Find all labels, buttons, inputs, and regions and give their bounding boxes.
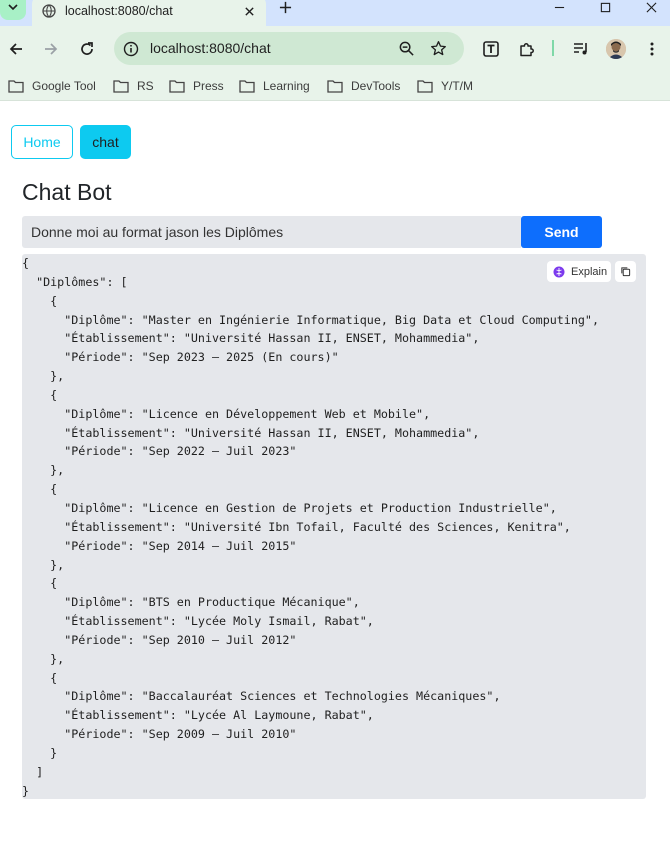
bookmark-label: DevTools bbox=[351, 79, 401, 93]
reload-icon bbox=[81, 42, 93, 55]
code-line: } bbox=[22, 745, 58, 760]
browser-toolbar: localhost:8080/chat bbox=[0, 26, 670, 71]
bookmark-folder[interactable]: Y/T/M bbox=[417, 78, 473, 94]
chevron-down-icon bbox=[8, 4, 18, 11]
url-text: localhost:8080/chat bbox=[150, 40, 271, 56]
chat-nav-button[interactable]: chat bbox=[80, 125, 131, 159]
code-line: "Diplôme": "Baccalauréat Sciences et Tec… bbox=[22, 689, 501, 704]
code-line: "Période": "Sep 2009 – Juil 2010" bbox=[22, 727, 297, 742]
bookmark-folder[interactable]: Learning bbox=[239, 78, 310, 94]
extensions-button[interactable] bbox=[515, 37, 539, 61]
plus-icon bbox=[279, 1, 291, 13]
code-line: "Diplôme": "Licence en Gestion de Projet… bbox=[22, 500, 557, 515]
bookmark-label: Y/T/M bbox=[441, 79, 473, 93]
bookmark-folder[interactable]: Google Tool bbox=[8, 78, 96, 94]
folder-icon bbox=[169, 80, 185, 93]
code-line: ] bbox=[22, 764, 44, 779]
folder-icon bbox=[113, 80, 129, 93]
code-line: "Diplôme": "Master en Ingénierie Informa… bbox=[22, 312, 599, 327]
code-line: "Établissement": "Université Hassan II, … bbox=[22, 425, 480, 440]
bookmark-folder[interactable]: RS bbox=[113, 78, 154, 94]
code-line: "Diplôme": "BTS en Productique Mécanique… bbox=[22, 595, 360, 610]
minimize-icon bbox=[554, 6, 564, 8]
send-button[interactable]: Send bbox=[521, 216, 602, 248]
forward-button[interactable] bbox=[39, 37, 63, 61]
code-line: { bbox=[22, 576, 58, 591]
more-vertical-icon bbox=[650, 42, 654, 56]
tab-title: localhost:8080/chat bbox=[65, 4, 173, 18]
browser-menu-button[interactable] bbox=[640, 37, 664, 61]
folder-icon bbox=[239, 80, 255, 93]
forward-arrow-icon bbox=[45, 43, 58, 55]
code-line: { bbox=[22, 256, 30, 270]
copy-button[interactable] bbox=[615, 261, 636, 282]
code-line: } bbox=[22, 783, 30, 798]
folder-icon bbox=[417, 80, 433, 93]
maximize-icon bbox=[600, 2, 610, 12]
response-code-block: { "Diplômes": [ { "Diplôme": "Master en … bbox=[22, 254, 646, 799]
code-line: "Diplômes": [ bbox=[22, 274, 128, 289]
code-line: "Diplôme": "Licence en Développement Web… bbox=[22, 406, 431, 421]
browser-tab[interactable]: localhost:8080/chat bbox=[32, 0, 266, 26]
bookmarks-bar: Google Tool RS Press Learning DevTools Y… bbox=[0, 71, 670, 101]
back-button[interactable] bbox=[4, 37, 28, 61]
home-nav-button[interactable]: Home bbox=[11, 125, 73, 159]
brain-icon bbox=[553, 266, 565, 277]
code-line: "Établissement": "Université Ibn Tofail,… bbox=[22, 519, 571, 534]
bookmark-label: Press bbox=[193, 79, 224, 93]
puzzle-icon bbox=[520, 43, 534, 57]
folder-icon bbox=[8, 80, 24, 93]
bookmark-star-icon[interactable] bbox=[430, 40, 448, 58]
bookmark-label: Learning bbox=[263, 79, 310, 93]
zoom-icon[interactable] bbox=[398, 40, 416, 58]
prompt-input[interactable]: Donne moi au format jason les Diplômes bbox=[22, 216, 521, 248]
globe-icon bbox=[42, 4, 56, 18]
code-line: "Période": "Sep 2022 – Juil 2023" bbox=[22, 444, 297, 459]
code-line: { bbox=[22, 482, 58, 497]
response-code: { "Diplômes": [ { "Diplôme": "Master en … bbox=[22, 254, 599, 800]
address-bar[interactable]: localhost:8080/chat bbox=[114, 32, 464, 65]
playlist-icon bbox=[574, 43, 587, 55]
back-arrow-icon bbox=[9, 43, 22, 55]
minimize-button[interactable] bbox=[536, 0, 582, 14]
code-line: { bbox=[22, 293, 58, 308]
code-line: "Établissement": "Lycée Al Laymoune, Rab… bbox=[22, 708, 374, 723]
code-line: "Établissement": "Lycée Moly Ismail, Rab… bbox=[22, 614, 374, 629]
toolbar-separator bbox=[552, 40, 554, 56]
code-line: { bbox=[22, 387, 58, 402]
explain-button[interactable]: Explain bbox=[547, 261, 611, 282]
page-title: Chat Bot bbox=[22, 179, 112, 205]
code-line: }, bbox=[22, 651, 65, 666]
tab-search-button[interactable] bbox=[0, 0, 26, 20]
close-window-button[interactable] bbox=[628, 0, 670, 14]
code-line: { bbox=[22, 670, 58, 685]
code-line: "Période": "Sep 2010 – Juil 2012" bbox=[22, 632, 297, 647]
text-extension-icon bbox=[483, 41, 499, 57]
code-line: "Établissement": "Université Hassan II, … bbox=[22, 331, 480, 346]
close-icon bbox=[646, 2, 656, 12]
bookmark-folder[interactable]: Press bbox=[169, 78, 224, 94]
code-line: "Période": "Sep 2014 – Juil 2015" bbox=[22, 538, 297, 553]
folder-icon bbox=[327, 80, 343, 93]
media-control-button[interactable] bbox=[569, 37, 593, 61]
copy-icon bbox=[621, 267, 631, 277]
page-content: Home chat Chat Bot Donne moi au format j… bbox=[0, 102, 670, 842]
explain-label: Explain bbox=[571, 265, 608, 278]
tab-strip: localhost:8080/chat bbox=[0, 0, 670, 26]
bookmark-label: RS bbox=[137, 79, 154, 93]
code-line: }, bbox=[22, 463, 65, 478]
code-line: "Période": "Sep 2023 – 2025 (En cours)" bbox=[22, 350, 339, 365]
avatar-icon bbox=[606, 39, 626, 59]
bookmark-label: Google Tool bbox=[32, 79, 96, 93]
profile-avatar[interactable] bbox=[606, 39, 626, 59]
code-line: }, bbox=[22, 369, 65, 384]
bookmark-folder[interactable]: DevTools bbox=[327, 78, 400, 94]
code-line: }, bbox=[22, 557, 65, 572]
reload-button[interactable] bbox=[75, 37, 99, 61]
maximize-button[interactable] bbox=[582, 0, 628, 14]
new-tab-button[interactable] bbox=[276, 0, 294, 14]
site-info-icon[interactable] bbox=[122, 40, 140, 58]
close-tab-icon[interactable] bbox=[242, 4, 256, 18]
extension-t-button[interactable] bbox=[479, 37, 503, 61]
